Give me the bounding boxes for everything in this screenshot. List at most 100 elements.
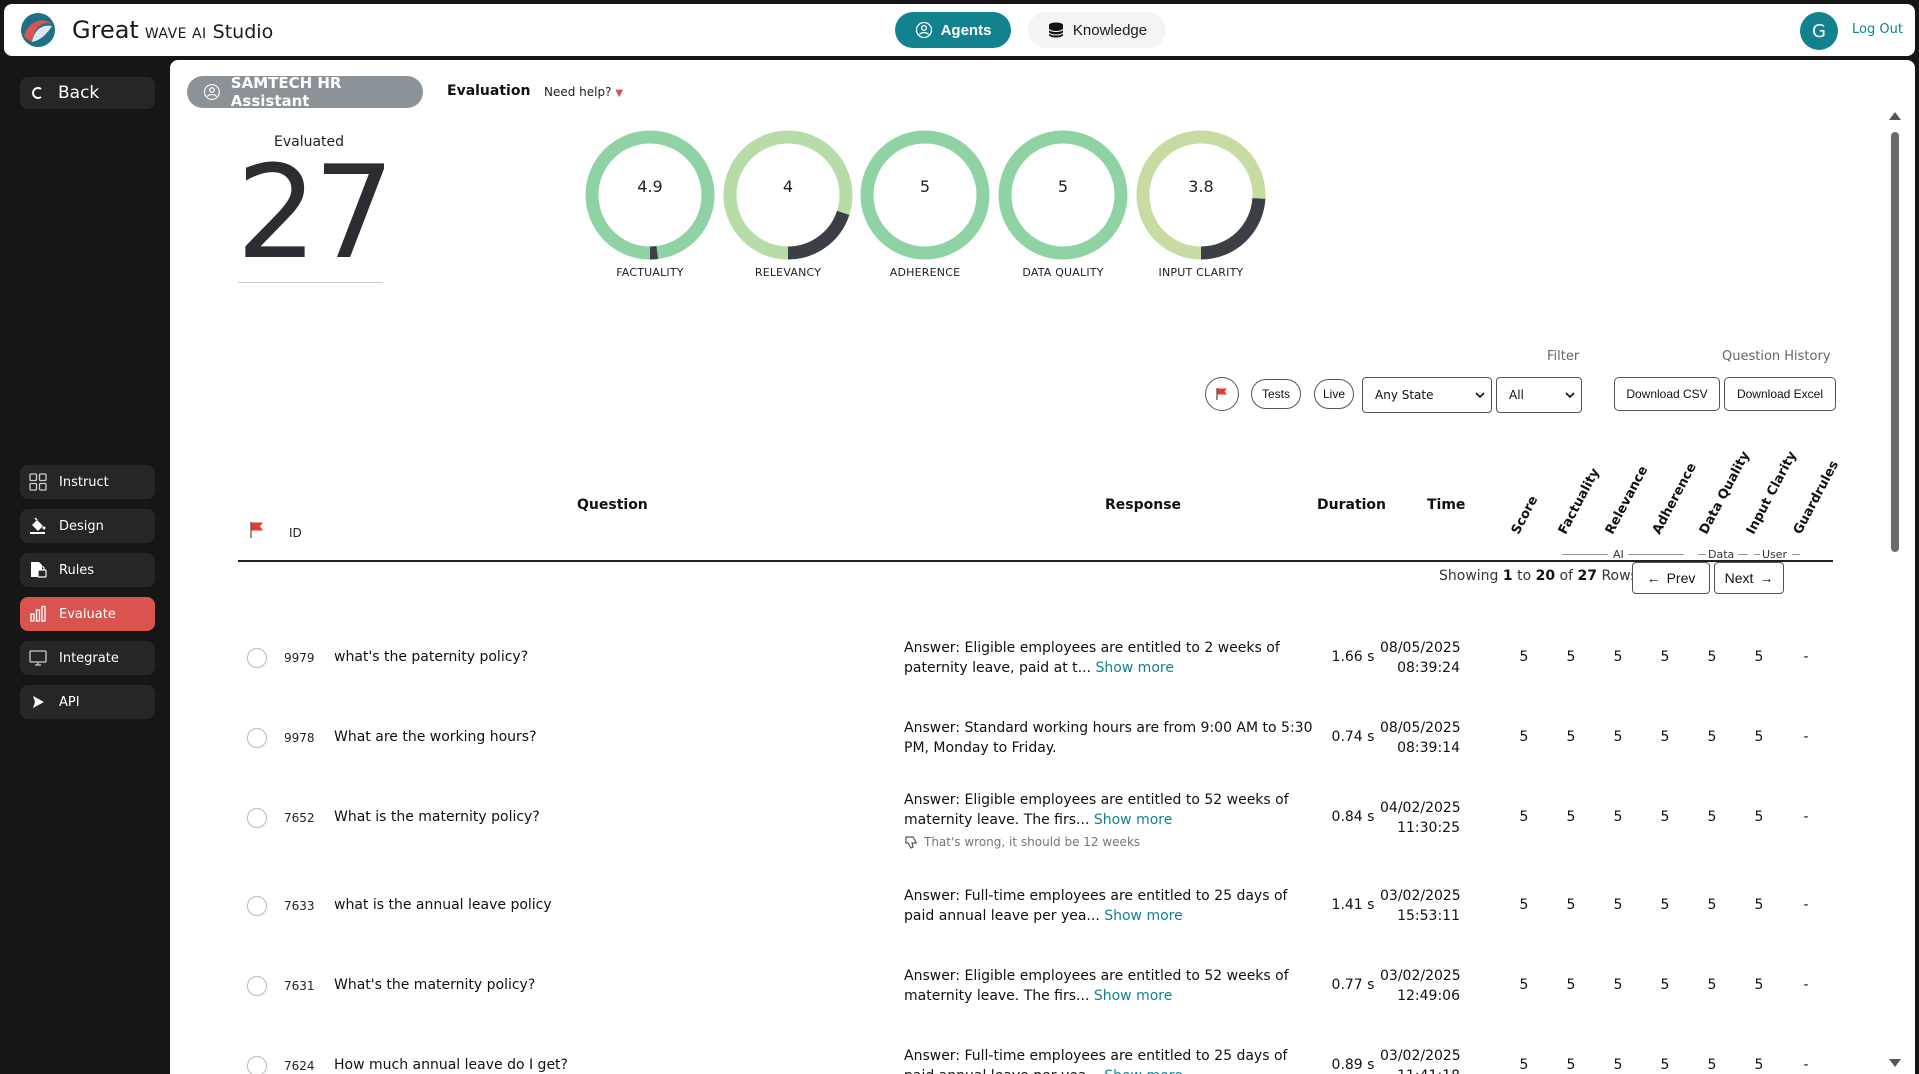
all-select[interactable]: All [1496,377,1582,413]
main-panel: SAMTECH HR Assistant Evaluation Need hel… [170,60,1915,1074]
row-score: 5 [1707,1057,1717,1073]
column-header-factuality[interactable]: Factuality [1556,466,1603,537]
logout-link[interactable]: Log Out [1852,22,1903,37]
row-duration: 0.74 s [1331,729,1375,745]
row-select-radio[interactable] [247,648,267,668]
row-score: 5 [1519,649,1529,665]
sidebar-item-label: API [59,694,80,710]
row-response: Answer: Standard working hours are from … [904,718,1314,758]
sidebar-item-instruct[interactable]: Instruct [20,465,155,499]
show-more-link[interactable]: Show more [1104,908,1183,924]
column-header-score[interactable]: Score [1509,494,1542,537]
tests-filter-button[interactable]: Tests [1251,379,1301,409]
column-header-input-clarity[interactable]: Input Clarity [1744,449,1800,537]
row-score: 5 [1613,1057,1623,1073]
question-history-label: Question History [1722,349,1831,364]
row-score: 5 [1660,897,1670,913]
pagination-of-word: of [1559,568,1574,584]
row-select-radio[interactable] [247,728,267,748]
row-id: 9979 [284,651,315,665]
nav-agents-button[interactable]: Agents [895,12,1011,48]
scroll-down-arrow[interactable] [1889,1059,1901,1067]
column-header-time[interactable]: Time [1427,497,1465,513]
sidebar-item-rules[interactable]: Rules [20,553,155,587]
flag-filter-button[interactable] [1205,377,1239,411]
column-header-duration[interactable]: Duration [1317,497,1386,513]
row-score: 5 [1660,809,1670,825]
row-time: 03/02/2025 15:53:11 [1380,886,1461,926]
prev-page-button[interactable]: ← Prev [1632,562,1710,594]
user-avatar[interactable]: G [1800,12,1838,50]
table-row[interactable]: 7624 How much annual leave do I get? Answe… [238,1028,1833,1074]
gauge-value: 3.8 [1188,177,1214,196]
sidebar: Back Instruct Design Rules Evaluate Inte… [4,60,166,1074]
state-select[interactable]: Any State [1362,377,1492,413]
brand-name: Great WAVE AI Studio [72,16,273,44]
help-link[interactable]: Need help? ▼ [544,85,623,99]
column-header-guardrules[interactable]: Guardrules [1791,458,1842,537]
show-more-link[interactable]: Show more [1094,812,1173,828]
row-question[interactable]: what is the annual leave policy [334,897,552,913]
sidebar-item-api[interactable]: API [20,685,155,719]
row-question[interactable]: What are the working hours? [334,729,537,745]
row-id: 9978 [284,731,315,745]
table-row[interactable]: 9978 What are the working hours? Answer: S… [238,700,1833,780]
agent-name-pill[interactable]: SAMTECH HR Assistant [187,74,423,110]
row-question[interactable]: What's the maternity policy? [334,977,535,993]
show-more-link[interactable]: Show more [1094,988,1173,1004]
pagination-from: 1 [1502,568,1513,584]
download-csv-button[interactable]: Download CSV [1614,377,1720,411]
scroll-up-arrow[interactable] [1889,112,1901,120]
evaluated-count: 27 [236,139,395,288]
row-select-radio[interactable] [247,976,267,996]
nav-knowledge-button[interactable]: Knowledge [1028,12,1166,48]
column-header-relevance[interactable]: Relevance [1603,464,1652,537]
row-score: - [1803,649,1809,665]
row-score: 5 [1707,649,1717,665]
document-lock-icon [31,562,47,578]
row-score: 5 [1566,649,1576,665]
column-header-adherence[interactable]: Adherence [1650,461,1700,537]
column-header-response[interactable]: Response [1105,497,1181,513]
show-more-link[interactable]: Show more [1104,1068,1183,1074]
gauge-label: RELEVANCY [754,266,822,279]
row-score: 5 [1566,977,1576,993]
row-select-radio[interactable] [247,896,267,916]
table-row[interactable]: 7633 what is the annual leave policy Answe… [238,868,1833,948]
group-divider [1738,554,1748,555]
sidebar-item-label: Instruct [59,474,109,490]
row-select-radio[interactable] [247,808,267,828]
table-row[interactable]: 7631 What's the maternity policy? Answer: … [238,948,1833,1028]
table-row[interactable]: 7652 What is the maternity policy? Answer:… [238,780,1833,860]
prev-label: Prev [1666,570,1696,586]
next-page-button[interactable]: Next → [1714,562,1784,594]
chevron-down-icon [1565,392,1575,399]
download-excel-button[interactable]: Download Excel [1724,377,1836,411]
top-bar: Great WAVE AI Studio Agents Knowledge G … [4,4,1915,56]
column-header-question[interactable]: Question [577,497,648,513]
column-header-data-quality[interactable]: Data Quality [1697,449,1753,537]
back-button[interactable]: Back [20,77,155,109]
sidebar-item-design[interactable]: Design [20,509,155,543]
show-more-link[interactable]: Show more [1095,660,1174,676]
live-filter-button[interactable]: Live [1314,379,1354,409]
scrollbar-thumb[interactable] [1891,132,1899,552]
row-clock: 15:53:11 [1397,908,1460,924]
row-select-radio[interactable] [247,1056,267,1074]
all-select-value: All [1509,388,1524,402]
row-id: 7624 [284,1059,315,1073]
paint-bucket-icon [30,517,46,534]
sidebar-item-label: Rules [59,562,95,578]
row-clock: 11:30:25 [1397,820,1460,836]
row-response-text: Answer: Full-time employees are entitled… [904,1048,1288,1074]
sidebar-item-evaluate[interactable]: Evaluate [20,597,155,631]
row-question[interactable]: How much annual leave do I get? [334,1057,568,1073]
wave-logo-icon [21,13,55,47]
row-id: 7633 [284,899,315,913]
row-score: 5 [1660,1057,1670,1073]
row-score: 5 [1660,729,1670,745]
sidebar-item-integrate[interactable]: Integrate [20,641,155,675]
table-row[interactable]: 9979 what's the paternity policy? Answer: … [238,620,1833,700]
row-question[interactable]: What is the maternity policy? [334,809,540,825]
row-question[interactable]: what's the paternity policy? [334,649,528,665]
